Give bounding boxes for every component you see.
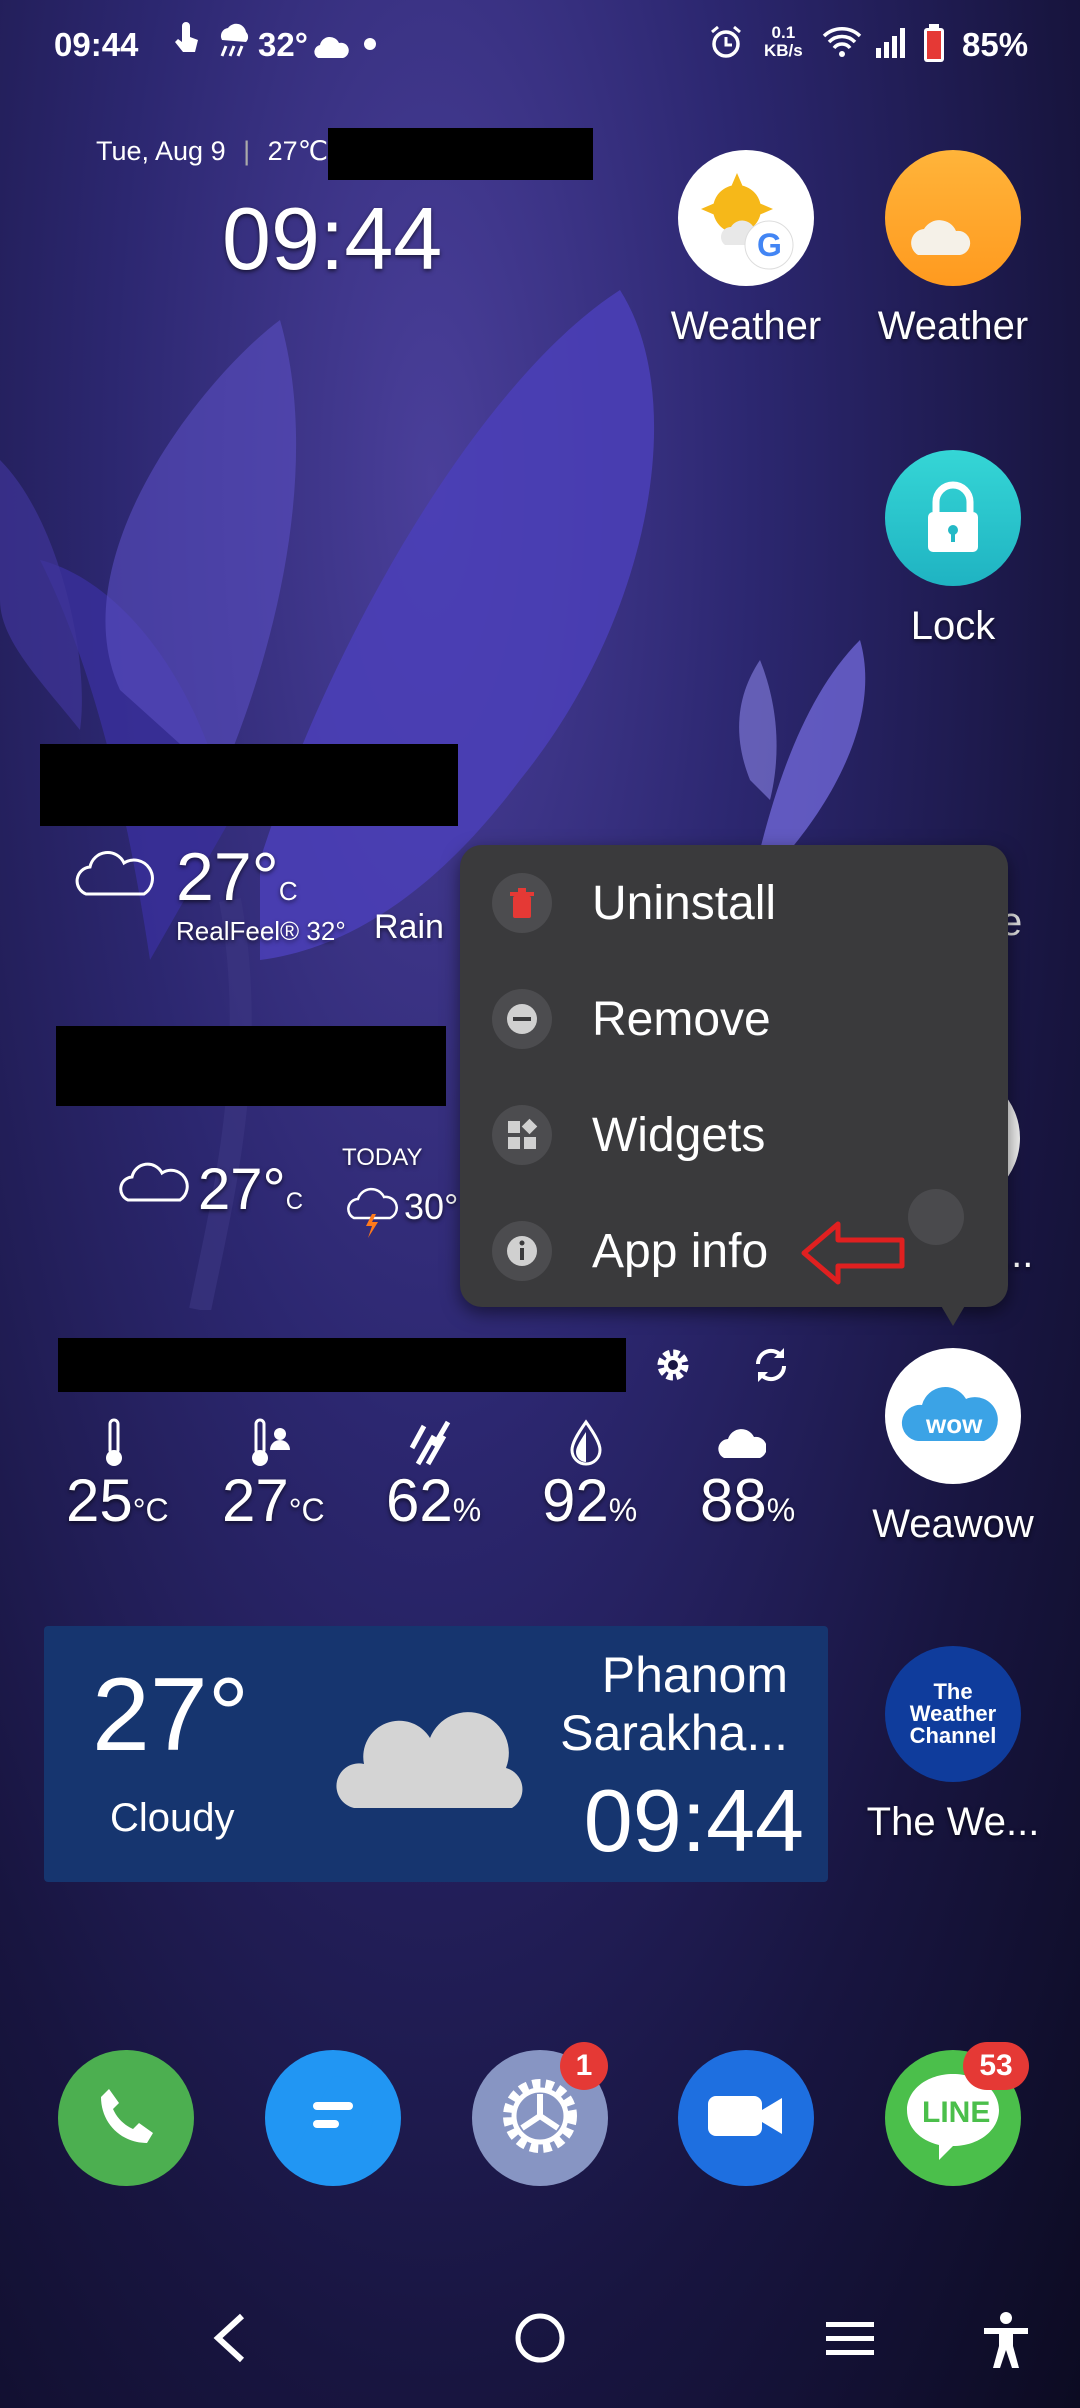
signal-icon	[874, 28, 908, 66]
wifi-icon	[822, 26, 862, 66]
widget2-today-temp: 30°	[404, 1186, 459, 1227]
weather-card-widget[interactable]: 27° Cloudy Phanom Sarakha... 09:44	[44, 1626, 828, 1882]
menu-pointer	[940, 1304, 966, 1331]
lock-icon	[885, 450, 1021, 586]
app-weawow[interactable]: wow Weawow	[853, 1348, 1053, 1547]
app-label: Lock	[910, 604, 996, 648]
touch-indicator	[908, 1189, 964, 1245]
thunder-cloud-icon	[346, 1184, 402, 1245]
redacted-block	[328, 128, 593, 180]
touch-icon	[172, 22, 202, 66]
notification-dot	[364, 38, 376, 50]
app-weather-channel[interactable]: The Weather Channel The We...	[853, 1646, 1053, 1845]
phone-app[interactable]	[58, 2050, 194, 2186]
thermometer-icon	[102, 1418, 126, 1473]
humidity-drop-icon	[568, 1418, 604, 1473]
settings-badge: 1	[560, 2042, 608, 2090]
status-bar: 09:44 32° 0.1 KB/s 85%	[0, 0, 1080, 90]
app-label: The We...	[866, 1800, 1040, 1844]
settings-app[interactable]: 1	[472, 2042, 608, 2186]
weawow-icon: wow	[885, 1348, 1021, 1484]
app-label: Weather	[877, 304, 1029, 348]
cloud-outline-icon	[74, 850, 156, 903]
home-button[interactable]	[512, 2310, 568, 2371]
widgets-icon	[492, 1105, 552, 1165]
redacted-block	[40, 744, 458, 826]
stat-cloud-cover: 88%	[700, 1467, 796, 1534]
cloud-icon	[334, 1694, 544, 1819]
accu-realfeel: RealFeel® 32°	[176, 916, 346, 946]
refresh-icon[interactable]	[750, 1344, 792, 1391]
clock-date: Tue, Aug 9 | 27℃	[96, 136, 329, 166]
line-app[interactable]: LINE 53	[885, 2042, 1029, 2186]
cloud-outline-icon	[118, 1162, 190, 1209]
red-arrow-annotation	[800, 1220, 906, 1291]
line-badge: 53	[963, 2042, 1029, 2090]
message-icon	[283, 2066, 383, 2171]
rain-icon	[408, 1418, 452, 1473]
card-temp: 27°	[92, 1657, 250, 1773]
widget2-today-label: TODAY	[342, 1144, 423, 1171]
card-condition: Cloudy	[110, 1796, 235, 1840]
cloud-icon	[312, 30, 350, 68]
accessibility-icon[interactable]	[978, 2310, 1034, 2375]
rain-cloud-icon	[214, 22, 254, 68]
menu-item-remove[interactable]: Remove	[460, 961, 1008, 1077]
trash-icon	[492, 873, 552, 933]
app-label: Weather	[670, 304, 822, 348]
minus-circle-icon	[492, 989, 552, 1049]
video-app[interactable]	[678, 2050, 814, 2186]
stat-feels-like: 27°C	[222, 1467, 325, 1534]
settings-gear-icon[interactable]	[652, 1344, 694, 1391]
sun-cloud-icon	[885, 150, 1021, 286]
battery-icon	[922, 24, 946, 70]
status-temperature: 32°	[258, 26, 308, 63]
wallpaper-flower-small	[720, 630, 880, 855]
card-time: 09:44	[583, 1771, 804, 1870]
app-context-menu: Uninstall Remove Widgets App info	[460, 845, 1008, 1307]
alarm-icon	[708, 24, 744, 68]
network-speed: 0.1 KB/s	[764, 23, 803, 60]
card-location: Phanom Sarakha...	[560, 1647, 788, 1761]
recents-button[interactable]	[822, 2310, 878, 2371]
widget2-temp: 27°C	[198, 1157, 304, 1222]
stat-rain: 62%	[386, 1467, 482, 1534]
app-lock[interactable]: Lock	[853, 450, 1053, 649]
google-weather-icon: G	[678, 150, 814, 286]
menu-item-widgets[interactable]: Widgets	[460, 1077, 1008, 1193]
accu-rain: Rain	[374, 908, 444, 946]
app-label: Weawow	[872, 1502, 1034, 1546]
svg-text:G: G	[757, 227, 782, 263]
video-camera-icon	[704, 2086, 788, 2151]
cloud-cover-icon	[716, 1422, 767, 1467]
redacted-block	[58, 1338, 626, 1392]
menu-item-uninstall[interactable]: Uninstall	[460, 845, 1008, 961]
phone-icon	[91, 2081, 161, 2156]
info-icon	[492, 1221, 552, 1281]
weather-channel-icon: The Weather Channel	[885, 1646, 1021, 1782]
svg-text:LINE: LINE	[922, 2096, 990, 2129]
feels-like-icon	[250, 1418, 294, 1473]
app-weather-google[interactable]: G Weather	[646, 150, 846, 349]
svg-text:wow: wow	[925, 1409, 983, 1439]
redacted-block	[56, 1026, 446, 1106]
battery-percent: 85%	[962, 26, 1029, 63]
status-time: 09:44	[54, 26, 139, 63]
accu-temp: 27°C	[176, 839, 298, 915]
app-weather[interactable]: Weather	[853, 150, 1053, 349]
back-button[interactable]	[206, 2310, 256, 2371]
messages-app[interactable]	[265, 2050, 401, 2186]
stat-humidity: 92%	[542, 1467, 638, 1534]
stat-temp: 25°C	[66, 1467, 169, 1534]
